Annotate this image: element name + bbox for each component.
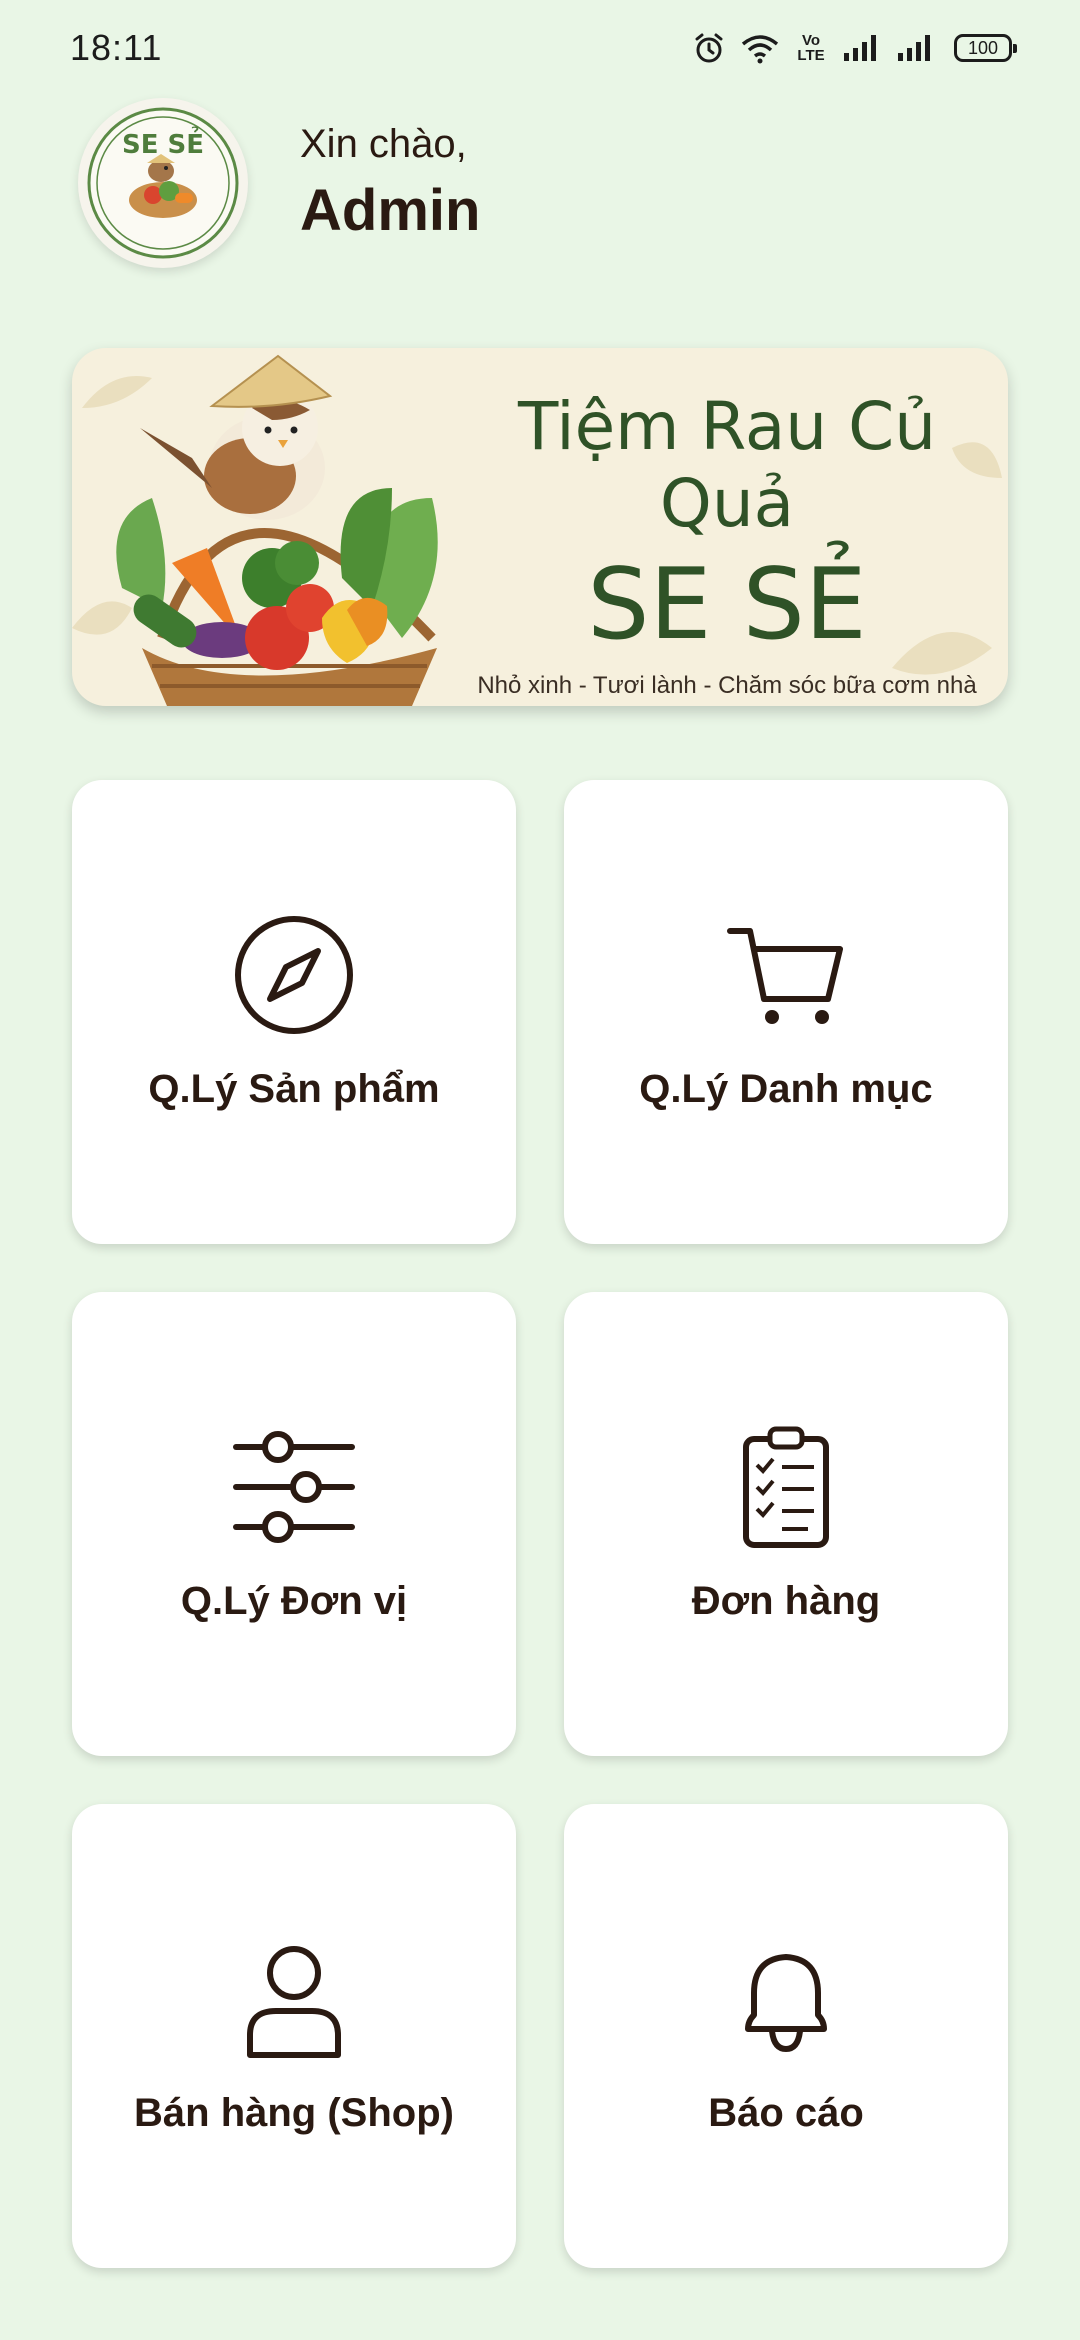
shop-banner: Tiệm Rau Củ Quả SE SẺ Nhỏ xinh - Tươi là… (72, 348, 1008, 706)
svg-text:SE SẺ: SE SẺ (122, 125, 204, 160)
greeting-text: Xin chào, (300, 122, 467, 166)
menu-card-products[interactable]: Q.Lý Sản phẩm (72, 780, 516, 1244)
cart-icon (724, 913, 848, 1037)
sliders-icon (232, 1425, 356, 1549)
signal-icon-sim2 (898, 35, 930, 61)
header: SE SẺ Xin chào, Admin (78, 98, 480, 268)
menu-card-label: Q.Lý Danh mục (639, 1066, 933, 1111)
status-bar: 18:11 Vo LTE 100 (0, 0, 1080, 96)
app-logo: SE SẺ (78, 98, 248, 268)
banner-text: Tiệm Rau Củ Quả SE SẺ Nhỏ xinh - Tươi là… (462, 388, 992, 700)
bell-icon (724, 1937, 848, 2061)
banner-brand: SE SẺ (587, 548, 867, 662)
menu-card-reports[interactable]: Báo cáo (564, 1804, 1008, 2268)
battery-indicator: 100 (954, 34, 1017, 62)
volte-indicator: Vo LTE (797, 32, 825, 64)
menu-card-orders[interactable]: Đơn hàng (564, 1292, 1008, 1756)
menu-card-label: Bán hàng (Shop) (134, 2090, 454, 2135)
menu-card-categories[interactable]: Q.Lý Danh mục (564, 780, 1008, 1244)
menu-card-label: Báo cáo (708, 2090, 864, 2135)
status-icons: Vo LTE 100 (692, 31, 1017, 65)
status-time: 18:11 (70, 27, 163, 68)
signal-icon-sim1 (844, 35, 876, 61)
home-screen: 18:11 Vo LTE 100 SE SẺ Xin chào, Admin T… (0, 0, 1080, 2340)
wifi-icon (741, 35, 779, 64)
menu-card-label: Đơn hàng (691, 1578, 881, 1623)
menu-card-shop[interactable]: Bán hàng (Shop) (72, 1804, 516, 2268)
greeting: Xin chào, Admin (300, 122, 480, 244)
menu-card-label: Q.Lý Sản phẩm (148, 1066, 440, 1111)
banner-title: Tiệm Rau Củ Quả (517, 388, 937, 542)
alarm-icon (695, 33, 723, 63)
compass-icon (232, 913, 356, 1037)
menu-card-label: Q.Lý Đơn vị (180, 1578, 408, 1623)
menu-card-units[interactable]: Q.Lý Đơn vị (72, 1292, 516, 1756)
banner-tagline: Nhỏ xinh - Tươi lành - Chăm sóc bữa cơm … (477, 672, 977, 699)
clipboard-checklist-icon (724, 1425, 848, 1549)
user-name: Admin (300, 178, 481, 243)
person-icon (232, 1937, 356, 2061)
